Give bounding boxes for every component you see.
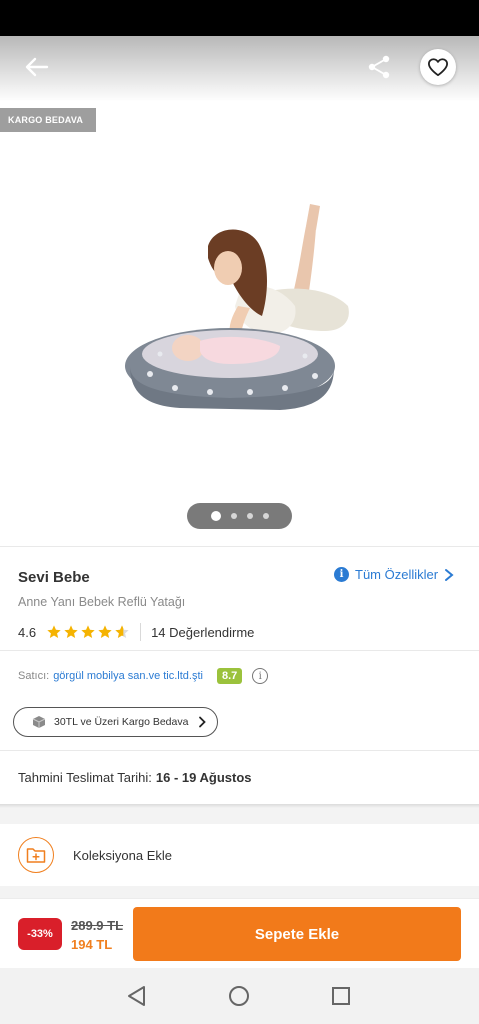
shipping-chip-label: 30TL ve Üzeri Kargo Bedava [54,716,189,728]
divider [0,750,479,751]
folder-plus-icon [18,837,54,873]
section-shadow [0,804,479,808]
divider [140,623,142,641]
free-shipping-badge: KARGO BEDAVA [0,108,96,132]
box-icon [32,716,46,728]
discount-badge: -33% [18,918,62,950]
delivery-label: Tahmini Teslimat Tarihi: [18,770,152,785]
divider [0,546,479,547]
seller-label: Satıcı: [18,670,50,682]
nav-home-icon[interactable] [228,985,250,1007]
delivery-estimate: Tahmini Teslimat Tarihi: 16 - 19 Ağustos [18,770,252,785]
add-to-collection-label: Koleksiyona Ekle [73,848,172,863]
chevron-right-icon [445,568,454,581]
top-bar [0,36,479,102]
star-icon [81,625,95,638]
status-bar [0,0,479,36]
carousel-indicator[interactable] [187,503,292,529]
seller-score-badge: 8.7 [216,668,243,684]
carousel-dot[interactable] [246,513,253,519]
seller-row: Satıcı: görgül mobilya san.ve tic.ltd.şt… [18,666,269,686]
star-icon [98,625,112,638]
heart-icon [427,58,448,77]
carousel-dot-active[interactable] [210,511,221,521]
share-button[interactable] [364,52,394,82]
share-icon [368,55,390,79]
star-icon [64,625,78,638]
rating-stars [46,624,130,640]
seller-info-icon[interactable]: i [252,668,269,684]
divider [0,650,479,651]
system-nav-bar [0,968,479,1024]
all-specs-label: Tüm Özellikler [355,567,439,582]
favorite-button[interactable] [420,49,456,85]
section-gap [0,886,479,898]
purchase-bar: -33% 289.9 TL 194 TL Sepete Ekle [0,898,479,968]
delivery-dates: 16 - 19 Ağustos [155,770,252,785]
chevron-right-icon [199,716,207,728]
nav-recent-apps-icon[interactable] [331,986,351,1006]
star-icon [47,625,61,638]
review-count[interactable]: 14 Değerlendirme [151,625,254,640]
product-name: Anne Yanı Bebek Reflü Yatağı [18,595,186,609]
back-arrow-icon [25,57,49,77]
nav-back-icon[interactable] [126,984,148,1008]
old-price: 289.9 TL [71,918,124,933]
all-specs-link[interactable]: i Tüm Özellikler [334,567,454,582]
product-image [125,204,349,410]
add-to-collection-row[interactable]: Koleksiyona Ekle [0,824,479,886]
rating-value: 4.6 [18,624,37,640]
add-to-cart-button[interactable]: Sepete Ekle [133,907,461,961]
shipping-chip[interactable]: 30TL ve Üzeri Kargo Bedava [13,707,218,737]
info-icon: i [334,567,349,582]
rating-summary[interactable]: 4.6 14 Değerlendirme [18,623,254,641]
current-price: 194 TL [71,937,113,952]
carousel-dot[interactable] [230,513,237,519]
star-half-icon [115,625,129,638]
back-button[interactable] [20,50,54,84]
product-brand[interactable]: Sevi Bebe [18,569,90,586]
seller-name-link[interactable]: görgül mobilya san.ve tic.ltd.şti [53,670,203,682]
product-gallery[interactable]: KARGO BEDAVA [0,36,479,546]
carousel-dot[interactable] [262,513,269,519]
